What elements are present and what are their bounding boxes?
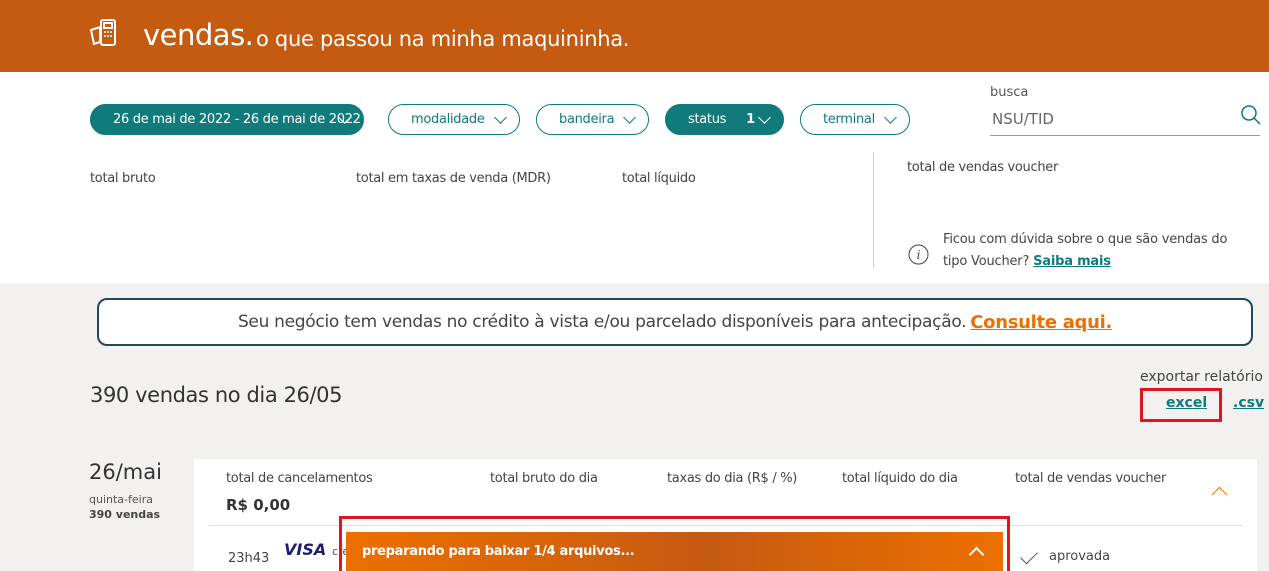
page-title: vendas.	[143, 18, 254, 52]
visa-icon: VISA	[284, 540, 327, 559]
date-range-filter[interactable]: 26 de mai de 2022 - 26 de mai de 2022	[90, 104, 364, 135]
filters-panel: 26 de mai de 2022 - 26 de mai de 2022 mo…	[0, 72, 1269, 283]
day-date: 26/mai	[89, 460, 162, 484]
chevron-down-icon	[494, 111, 507, 124]
status-count-badge: 1	[746, 112, 755, 127]
export-label: exportar relatório	[1140, 369, 1263, 385]
app-header: vendas. o que passou na minha maquininha…	[0, 0, 1269, 72]
check-icon	[1020, 546, 1038, 565]
search-input[interactable]	[990, 102, 1260, 136]
card-machine-icon	[89, 19, 116, 46]
total-voucher-label: total de vendas voucher	[907, 160, 1059, 175]
terminal-label: terminal	[823, 112, 875, 127]
summary-divider	[873, 152, 874, 268]
voucher-dia-label: total de vendas voucher	[1015, 471, 1167, 486]
modalidade-filter[interactable]: modalidade	[388, 104, 520, 135]
status-filter[interactable]: status 1	[665, 104, 784, 135]
search-label: busca	[990, 85, 1029, 100]
banner-text: Seu negócio tem vendas no crédito à vist…	[237, 312, 967, 332]
search-icon[interactable]	[1240, 104, 1262, 126]
page-subtitle: o que passou na minha maquininha.	[256, 27, 630, 51]
svg-text:i: i	[917, 248, 921, 262]
consulte-link[interactable]: Consulte aqui.	[970, 312, 1112, 333]
bandeira-filter[interactable]: bandeira	[536, 104, 649, 135]
voucher-info: Ficou com dúvida sobre o que são vendas …	[943, 229, 1233, 273]
terminal-filter[interactable]: terminal	[800, 104, 910, 135]
date-range-label: 26 de mai de 2022 - 26 de mai de 2022	[113, 112, 361, 127]
info-icon: i	[908, 244, 929, 265]
chevron-down-icon	[758, 111, 771, 124]
anticipation-banner: Seu negócio tem vendas no crédito à vist…	[97, 298, 1253, 346]
chevron-down-icon	[623, 111, 636, 124]
day-sales-count: 390 vendas	[89, 508, 161, 521]
chevron-down-icon	[884, 111, 897, 124]
modalidade-label: modalidade	[411, 112, 485, 127]
download-status-text: preparando para baixar 1/4 arquivos...	[362, 544, 635, 559]
bruto-dia-label: total bruto do dia	[490, 471, 598, 486]
download-progress-bar[interactable]: preparando para baixar 1/4 arquivos...	[346, 532, 1003, 571]
cancelamentos-label: total de cancelamentos	[226, 471, 373, 486]
saiba-mais-link[interactable]: Saiba mais	[1033, 254, 1111, 269]
liquido-dia-label: total líquido do dia	[842, 471, 958, 486]
total-liquido-label: total líquido	[622, 171, 696, 186]
taxas-dia-label: taxas do dia (R$ / %)	[667, 471, 798, 486]
transaction-time: 23h43	[228, 551, 270, 566]
bandeira-label: bandeira	[559, 112, 615, 127]
total-bruto-label: total bruto	[90, 171, 156, 186]
chevron-up-icon[interactable]	[968, 546, 985, 563]
transaction-status: aprovada	[1049, 549, 1111, 564]
total-taxas-label: total em taxas de venda (MDR)	[356, 171, 551, 186]
day-weekday: quinta-feira	[89, 493, 153, 506]
status-label: status	[688, 112, 727, 127]
export-excel-link[interactable]: excel	[1166, 395, 1207, 411]
cancelamentos-value: R$ 0,00	[226, 496, 291, 514]
export-csv-link[interactable]: .csv	[1233, 395, 1264, 411]
chevron-up-icon[interactable]	[1211, 486, 1228, 503]
sales-count-heading: 390 vendas no dia 26/05	[90, 383, 343, 407]
